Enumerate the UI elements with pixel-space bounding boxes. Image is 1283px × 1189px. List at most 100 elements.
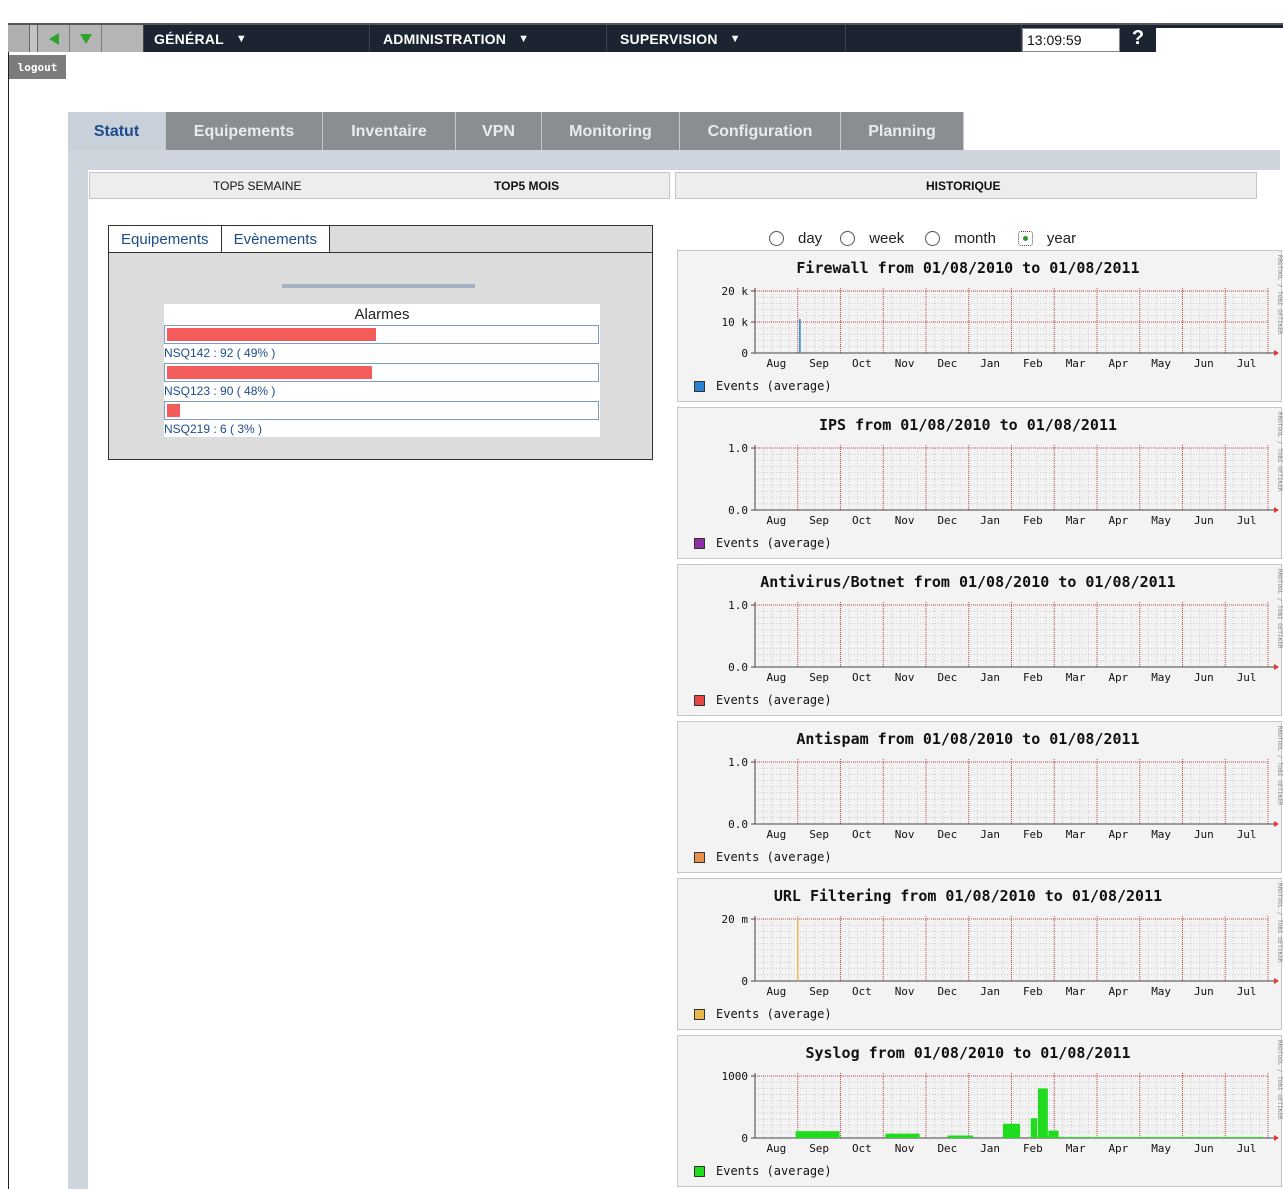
y-tick-label: 0.0 [728,504,748,517]
graph-plot: 1.0 0.0 Aug Sep Oct Nov Dec Jan Feb Mar Apr May Jun J… [728,442,1279,527]
logout-button[interactable]: logout [9,55,66,79]
x-tick-label: Aug [766,985,786,998]
x-tick-label: Aug [766,671,786,684]
x-tick-label: Apr [1108,514,1128,527]
radio-label: week [869,229,905,247]
widget-tab-equipements[interactable]: Equipements [109,226,222,252]
x-tick-label: Nov [895,671,915,684]
x-tick-label: Apr [1108,828,1128,841]
radio-month[interactable]: month [925,230,996,247]
x-tick-label: May [1151,514,1171,527]
radio-circle-icon[interactable] [925,230,941,246]
alarm-bar [167,404,180,417]
widget-divider [282,284,475,288]
top5-mois-link[interactable]: TOP5 MOIS [494,179,559,193]
x-tick-label: Nov [895,828,915,841]
x-tick-label: Sep [809,828,829,841]
widget-tab-evenements[interactable]: Evènements [221,226,330,252]
data-area [1030,1118,1038,1138]
alarm-bar-label[interactable]: NSQ142 : 92 ( 49% ) [164,346,275,360]
axis-arrow-icon [1274,978,1279,984]
x-tick-label: Aug [766,357,786,370]
x-tick-label: Jul [1237,828,1257,841]
x-tick-label: Dec [937,514,957,527]
tab-equipements[interactable]: Equipements [166,112,323,151]
x-tick-label: Oct [852,357,872,370]
x-tick-label: Feb [1023,828,1043,841]
radio-day[interactable]: day [769,230,822,247]
x-tick-label: Nov [895,985,915,998]
alarms-widget: Equipements Evènements Alarmes NSQ142 : … [108,225,653,460]
x-tick-label: May [1151,671,1171,684]
y-tick-label: 20 m [722,913,749,926]
radio-year[interactable]: year [1017,229,1077,247]
x-tick-label: Feb [1023,985,1043,998]
legend-label: Events (average) [716,536,832,550]
alarm-bar [167,328,376,341]
menu-empty-slot [846,25,1022,52]
tab-planning[interactable]: Planning [841,112,964,151]
alarm-bar [167,366,372,379]
x-tick-label: Apr [1108,985,1128,998]
x-tick-label: Mar [1066,828,1086,841]
alarm-bar-label[interactable]: NSQ219 : 6 ( 3% ) [164,422,262,436]
x-tick-label: Apr [1108,357,1128,370]
radio-selected-icon[interactable] [1017,230,1033,246]
x-tick-label: Sep [809,671,829,684]
menu-administration[interactable]: ADMINISTRATION ▼ [370,25,607,52]
x-tick-label: Mar [1066,1142,1086,1155]
x-tick-label: Feb [1023,1142,1043,1155]
tab-statut[interactable]: Statut [68,112,166,151]
radio-week[interactable]: week [840,230,904,247]
x-tick-label: Feb [1023,671,1043,684]
menu-general[interactable]: GÉNÉRAL ▼ [144,25,370,52]
x-tick-label: Nov [895,357,915,370]
graph-legend: Events (average) [694,536,832,550]
graph-plot: 1000 0 Aug Sep Oct Nov Dec Jan Feb Mar Apr May Jun Ju… [722,1070,1279,1155]
radio-label: year [1046,229,1077,247]
alarm-bar-label[interactable]: NSQ123 : 90 ( 48% ) [164,384,275,398]
tab-vpn[interactable]: VPN [456,112,542,151]
x-tick-label: Sep [809,357,829,370]
tab-configuration[interactable]: Configuration [680,112,841,151]
x-tick-label: Jul [1237,1142,1257,1155]
legend-label: Events (average) [716,850,832,864]
x-tick-label: Feb [1023,357,1043,370]
x-tick-label: Jan [980,671,1000,684]
alarms-title: Alarmes [354,306,410,323]
top5-semaine-link[interactable]: TOP5 SEMAINE [213,179,301,193]
radio-circle-icon[interactable] [769,230,784,246]
back-button[interactable] [38,25,70,52]
tab-inventaire[interactable]: Inventaire [323,112,456,151]
help-button[interactable]: ? [1120,25,1156,52]
axis-arrow-icon [1274,507,1279,513]
y-tick-label: 0 [741,347,748,360]
tab-monitoring[interactable]: Monitoring [542,112,680,151]
graph-plot: 1.0 0.0 Aug Sep Oct Nov Dec Jan Feb Mar Apr May Jun J… [728,756,1279,841]
alarm-bar-frame [164,363,599,382]
period-selector: day week month year [769,227,1092,249]
legend-label: Events (average) [716,693,832,707]
x-tick-label: Jan [980,357,1000,370]
x-tick-label: Jun [1194,671,1214,684]
y-tick-label: 0.0 [728,661,748,674]
collapse-button[interactable] [70,25,102,52]
x-tick-label: Dec [937,828,957,841]
x-tick-label: Oct [852,514,872,527]
x-tick-label: Aug [766,1142,786,1155]
radio-circle-icon[interactable] [840,230,856,246]
menu-supervision[interactable]: SUPERVISION ▼ [607,25,846,52]
data-area [1038,1088,1048,1138]
main-tabs: Statut Equipements Inventaire VPN Monito… [68,112,964,151]
radio-label: day [798,229,823,247]
x-tick-label: Jun [1194,985,1214,998]
graph-panel: IPS from 01/08/2010 to 01/08/2011 RRDTOOL… [677,407,1283,559]
alarm-bar-frame [164,325,599,344]
x-tick-label: Mar [1066,357,1086,370]
legend-swatch [694,380,705,392]
x-tick-label: May [1151,985,1171,998]
x-tick-label: Sep [809,514,829,527]
widget-tabs: Equipements Evènements [109,226,652,253]
x-tick-label: Jun [1194,357,1214,370]
x-tick-label: Dec [937,357,957,370]
